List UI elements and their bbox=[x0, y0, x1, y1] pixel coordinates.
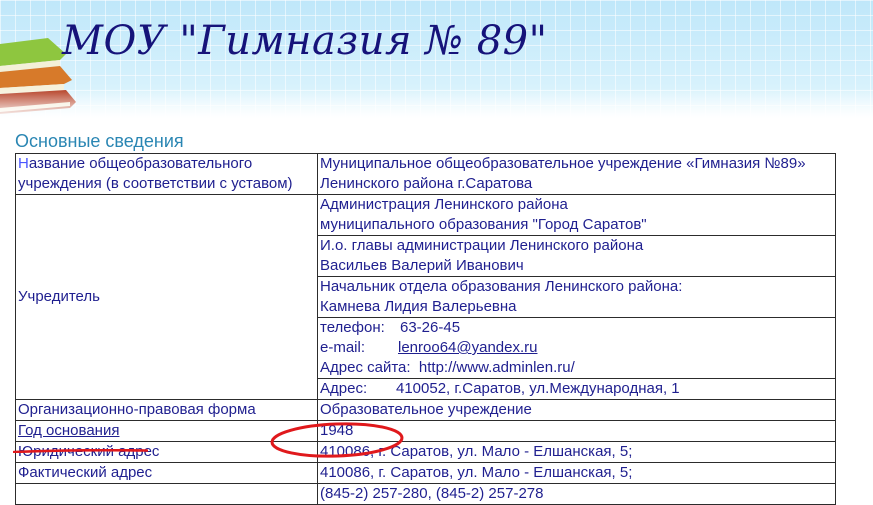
value-cell: 1948 bbox=[317, 420, 836, 442]
value-cell: Адрес: 410052, г.Саратов, ул.Международна… bbox=[317, 378, 836, 400]
value-text: Ленинского района г.Саратова bbox=[320, 175, 533, 192]
value-text: Камнева Лидия Валерьевна bbox=[320, 298, 517, 315]
header-fade bbox=[0, 88, 873, 118]
table-row: Организационно-правовая форма Образовате… bbox=[15, 399, 836, 421]
value-text: Образовательное учреждение bbox=[320, 401, 532, 418]
address-label: Адрес: bbox=[320, 380, 368, 397]
value-cell: Образовательное учреждение bbox=[317, 399, 836, 421]
label-cell: Организационно-правовая форма bbox=[15, 399, 318, 421]
value-cell: Муниципальное общеобразовательное учрежд… bbox=[317, 153, 836, 195]
site-value: http://www.adminlen.ru/ bbox=[418, 359, 575, 376]
label-text: Организационно-правовая форма bbox=[18, 401, 256, 418]
label-cell: Название общеобразовательного учреждения… bbox=[15, 153, 318, 195]
table-row: Учредитель Администрация Ленинского райо… bbox=[15, 194, 836, 400]
value-cell: телефон: 63-26-45 e-mail: lenroo64@yandex.… bbox=[317, 317, 836, 379]
value-cell: Начальник отдела образования Ленинского … bbox=[317, 276, 836, 318]
label-cell bbox=[15, 483, 318, 505]
table-row: Юридический адрес 410086, г. Саратов, ул… bbox=[15, 441, 836, 463]
info-table: Название общеобразовательного учреждения… bbox=[15, 153, 836, 505]
phone-label: телефон: bbox=[320, 319, 385, 336]
value-text: Администрация Ленинского района bbox=[320, 196, 568, 213]
label-text: Юридический адрес bbox=[18, 443, 160, 460]
founded-year-value: 1948 bbox=[320, 422, 354, 439]
label-text: Фактический адрес bbox=[18, 464, 153, 481]
table-row: Фактический адрес 410086, г. Саратов, ул… bbox=[15, 462, 836, 484]
email-label: e-mail: bbox=[320, 339, 366, 356]
label-cell: Учредитель bbox=[15, 194, 318, 400]
label-text: Учредитель bbox=[18, 288, 100, 305]
table-row: Название общеобразовательного учреждения… bbox=[15, 153, 836, 195]
label-text: азвание общеобразовательного bbox=[28, 155, 253, 172]
site-label: Адрес сайта: bbox=[320, 359, 411, 376]
value-text: И.о. главы администрации Ленинского райо… bbox=[320, 237, 644, 254]
section-title: Основные сведения bbox=[15, 131, 184, 151]
table-row: Год основания 1948 bbox=[15, 420, 836, 442]
site-header: МОУ "Гимназия № 89" bbox=[0, 0, 873, 118]
label-first-letter: Н bbox=[18, 155, 29, 172]
value-text: Васильев Валерий Иванович bbox=[320, 257, 524, 274]
email-link[interactable]: lenroo64@yandex.ru bbox=[398, 339, 537, 356]
value-cell: (845-2) 257-280, (845-2) 257-278 bbox=[317, 483, 836, 505]
label-text: учреждения (в соответствии с уставом) bbox=[18, 175, 293, 192]
table-row: (845-2) 257-280, (845-2) 257-278 bbox=[15, 483, 836, 505]
value-text: 410086, г. Саратов, ул. Мало - Елшанская… bbox=[320, 464, 633, 481]
site-title: МОУ "Гимназия № 89" bbox=[62, 18, 548, 64]
value-cell: 410086, г. Саратов, ул. Мало - Елшанская… bbox=[317, 441, 836, 463]
value-cell: 410086, г. Саратов, ул. Мало - Елшанская… bbox=[317, 462, 836, 484]
value-text: муниципального образования "Город Сарато… bbox=[320, 216, 647, 233]
value-cell: Администрация Ленинского района муниципа… bbox=[317, 194, 836, 236]
value-text: Муниципальное общеобразовательное учрежд… bbox=[320, 155, 806, 172]
label-cell: Юридический адрес bbox=[15, 441, 318, 463]
phone-value: 63-26-45 bbox=[400, 319, 461, 336]
label-cell: Год основания bbox=[15, 420, 318, 442]
label-cell: Фактический адрес bbox=[15, 462, 318, 484]
value-cell: И.о. главы администрации Ленинского райо… bbox=[317, 235, 836, 277]
value-text: (845-2) 257-280, (845-2) 257-278 bbox=[320, 485, 544, 502]
value-text: 410086, г. Саратов, ул. Мало - Елшанская… bbox=[320, 443, 633, 460]
founded-year-link[interactable]: Год основания bbox=[18, 421, 315, 441]
value-text: Начальник отдела образования Ленинского … bbox=[320, 278, 683, 295]
address-value: 410052, г.Саратов, ул.Международная, 1 bbox=[396, 380, 680, 397]
